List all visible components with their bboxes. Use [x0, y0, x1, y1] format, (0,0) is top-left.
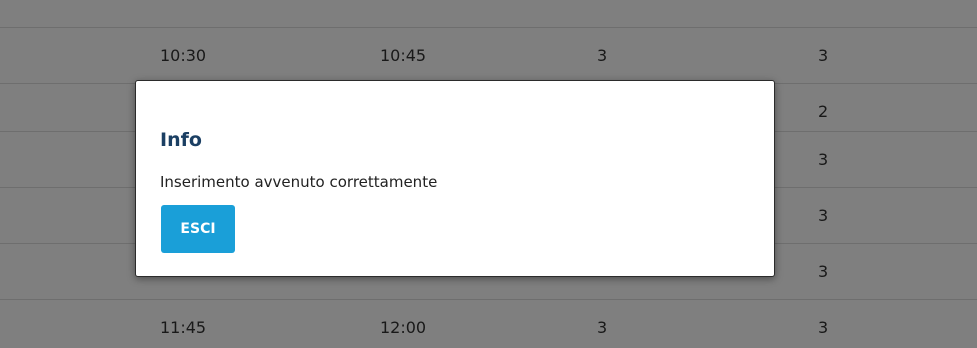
page: 10:30 10:45 3 3 2 3 3 3	[0, 0, 977, 348]
info-dialog: Info Inserimento avvenuto correttamente …	[135, 80, 775, 277]
dialog-message: Inserimento avvenuto correttamente	[160, 173, 438, 191]
exit-button[interactable]: ESCI	[161, 205, 235, 253]
dialog-title: Info	[160, 129, 202, 151]
